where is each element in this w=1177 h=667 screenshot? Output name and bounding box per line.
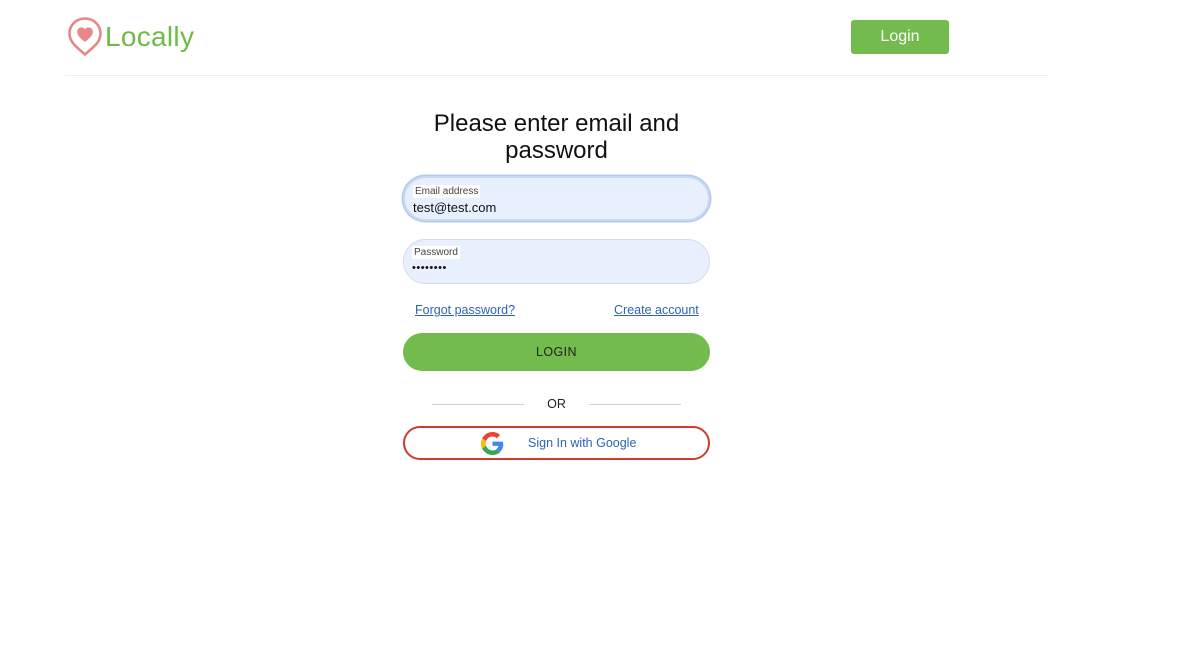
google-signin-label: Sign In with Google: [528, 436, 637, 450]
brand-name: Locally: [105, 20, 195, 52]
email-field[interactable]: Email address: [403, 176, 710, 221]
or-separator: OR: [547, 397, 566, 411]
brand-logo[interactable]: Locally: [68, 17, 194, 56]
password-label: Password: [412, 246, 460, 259]
forgot-password-link[interactable]: Forgot password?: [415, 303, 515, 317]
password-field[interactable]: Password: [403, 239, 710, 284]
heart-pin-icon: [68, 17, 102, 56]
header: Locally Login: [0, 0, 1177, 76]
google-signin-button[interactable]: Sign In with Google: [403, 426, 710, 460]
login-button[interactable]: LOGIN: [403, 333, 710, 371]
or-divider-left: [432, 404, 524, 405]
password-input[interactable]: [412, 259, 692, 277]
or-divider-right: [589, 404, 681, 405]
header-login-button[interactable]: Login: [851, 20, 949, 54]
google-g-icon: [481, 432, 504, 455]
create-account-link[interactable]: Create account: [614, 303, 699, 317]
page-heading: Please enter email and password: [433, 110, 680, 164]
email-input[interactable]: [413, 198, 693, 216]
header-divider: [65, 75, 1048, 76]
email-label: Email address: [413, 185, 481, 198]
